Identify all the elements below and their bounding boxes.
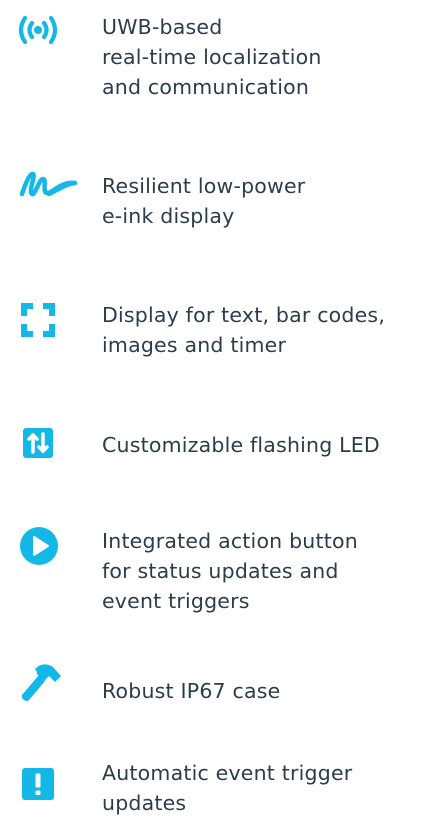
sliders-toggle-icon xyxy=(14,419,62,467)
play-circle-icon xyxy=(15,522,63,570)
feature-text-event-trigger: Automatic event trigger updates xyxy=(102,761,353,815)
feature-text-eink: Resilient low-power e-ink display xyxy=(102,174,306,228)
exclamation-square-icon xyxy=(14,760,62,808)
broadcast-icon xyxy=(14,6,62,54)
feature-text-uwb: UWB-based real-time localization and com… xyxy=(102,15,322,99)
hammer-icon xyxy=(16,660,64,708)
frame-corners-icon xyxy=(14,296,62,344)
feature-text-case: Robust IP67 case xyxy=(102,679,281,703)
feature-text-action-button: Integrated action button for status upda… xyxy=(102,529,358,613)
feature-text-display: Display for text, bar codes, images and … xyxy=(102,303,386,357)
ink-signature-icon xyxy=(16,160,80,208)
feature-text-led: Customizable flashing LED xyxy=(102,433,380,457)
